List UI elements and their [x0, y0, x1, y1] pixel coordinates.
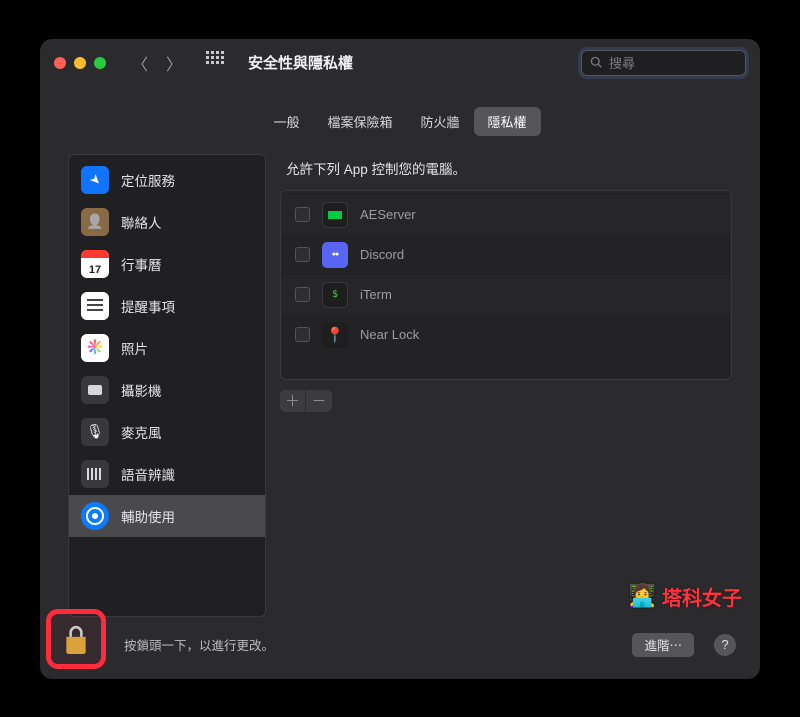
add-app-button[interactable]: ＋ [280, 390, 306, 412]
advanced-button[interactable]: 進階⋯ [632, 633, 694, 657]
search-placeholder: 搜尋 [609, 53, 635, 72]
lock-text: 按鎖頭一下，以進行更改。 [124, 635, 274, 654]
app-icon-aeserver [322, 202, 348, 228]
speech-icon [81, 460, 109, 488]
close-button[interactable] [54, 57, 66, 69]
forward-button[interactable]: 〉 [166, 51, 182, 75]
app-icon-iterm [322, 282, 348, 308]
add-remove-buttons: ＋ － [280, 390, 732, 412]
sidebar-item-speech[interactable]: 語音辨識 [69, 453, 265, 495]
app-name: Near Lock [360, 327, 419, 342]
photos-icon [81, 334, 109, 362]
app-icon-nearlock [322, 322, 348, 348]
camera-icon [81, 376, 109, 404]
reminders-icon [81, 292, 109, 320]
lock-highlight-annotation [46, 609, 106, 669]
sidebar-item-reminders[interactable]: 提醒事項 [69, 285, 265, 327]
window-controls [54, 57, 106, 69]
privacy-sidebar[interactable]: 定位服務 聯絡人 行事曆 提醒事項 照片 攝影機 麥克風 語音辨識 輔助使用 [68, 154, 266, 617]
app-checkbox[interactable] [295, 247, 310, 262]
tab-firewall[interactable]: 防火牆 [407, 107, 474, 136]
tab-privacy[interactable]: 隱私權 [474, 107, 541, 136]
search-icon [590, 56, 603, 69]
microphone-icon [81, 418, 109, 446]
app-checkbox[interactable] [295, 287, 310, 302]
app-checkbox[interactable] [295, 327, 310, 342]
app-row[interactable]: iTerm [281, 275, 731, 315]
tab-general[interactable]: 一般 [259, 107, 313, 136]
calendar-icon [81, 250, 109, 278]
app-row[interactable]: Discord [281, 235, 731, 275]
location-icon [81, 166, 109, 194]
window-title: 安全性與隱私權 [248, 52, 353, 73]
contacts-icon [81, 208, 109, 236]
minimize-button[interactable] [74, 57, 86, 69]
content-area: 定位服務 聯絡人 行事曆 提醒事項 照片 攝影機 麥克風 語音辨識 輔助使用 允… [40, 136, 760, 617]
remove-app-button[interactable]: － [306, 390, 332, 412]
sidebar-item-label: 提醒事項 [121, 296, 175, 316]
app-row[interactable]: Near Lock [281, 315, 731, 355]
sidebar-item-label: 麥克風 [121, 422, 162, 442]
sidebar-item-microphone[interactable]: 麥克風 [69, 411, 265, 453]
sidebar-item-label: 語音辨識 [121, 464, 175, 484]
zoom-button[interactable] [94, 57, 106, 69]
preferences-window: 〈 〉 安全性與隱私權 搜尋 一般 檔案保險箱 防火牆 隱私權 定位服務 聯絡人… [40, 39, 760, 679]
accessibility-icon [81, 502, 109, 530]
sidebar-item-location[interactable]: 定位服務 [69, 159, 265, 201]
sidebar-item-label: 照片 [121, 338, 148, 358]
search-field[interactable]: 搜尋 [581, 50, 746, 76]
app-icon-discord [322, 242, 348, 268]
show-all-icon[interactable] [206, 51, 224, 75]
app-name: Discord [360, 247, 404, 262]
back-button[interactable]: 〈 [132, 51, 148, 75]
app-list[interactable]: AEServer Discord iTerm Near Lock [280, 190, 732, 380]
sidebar-item-calendar[interactable]: 行事曆 [69, 243, 265, 285]
titlebar: 〈 〉 安全性與隱私權 搜尋 [40, 39, 760, 87]
app-checkbox[interactable] [295, 207, 310, 222]
tab-filevault[interactable]: 檔案保險箱 [313, 107, 406, 136]
sidebar-item-label: 攝影機 [121, 380, 162, 400]
sidebar-item-label: 行事曆 [121, 254, 162, 274]
sidebar-item-camera[interactable]: 攝影機 [69, 369, 265, 411]
sidebar-item-label: 輔助使用 [121, 506, 175, 526]
right-pane: 允許下列 App 控制您的電腦。 AEServer Discord iTerm … [280, 154, 732, 617]
sidebar-item-accessibility[interactable]: 輔助使用 [69, 495, 265, 537]
watermark-text: 塔科女子 [662, 582, 742, 611]
tab-bar: 一般 檔案保險箱 防火牆 隱私權 [40, 107, 760, 136]
help-button[interactable]: ? [714, 634, 736, 656]
sidebar-item-contacts[interactable]: 聯絡人 [69, 201, 265, 243]
nav-buttons: 〈 〉 [132, 51, 224, 75]
watermark: 👩‍💻 塔科女子 [629, 582, 742, 611]
sidebar-item-photos[interactable]: 照片 [69, 327, 265, 369]
app-name: iTerm [360, 287, 392, 302]
sidebar-item-label: 定位服務 [121, 170, 175, 190]
lock-icon[interactable] [63, 624, 89, 654]
watermark-avatar-icon: 👩‍💻 [629, 583, 656, 609]
sidebar-item-label: 聯絡人 [121, 212, 162, 232]
app-name: AEServer [360, 207, 416, 222]
right-description: 允許下列 App 控制您的電腦。 [286, 158, 732, 178]
footer: 按鎖頭一下，以進行更改。 進階⋯ ? [40, 617, 760, 679]
app-row[interactable]: AEServer [281, 195, 731, 235]
